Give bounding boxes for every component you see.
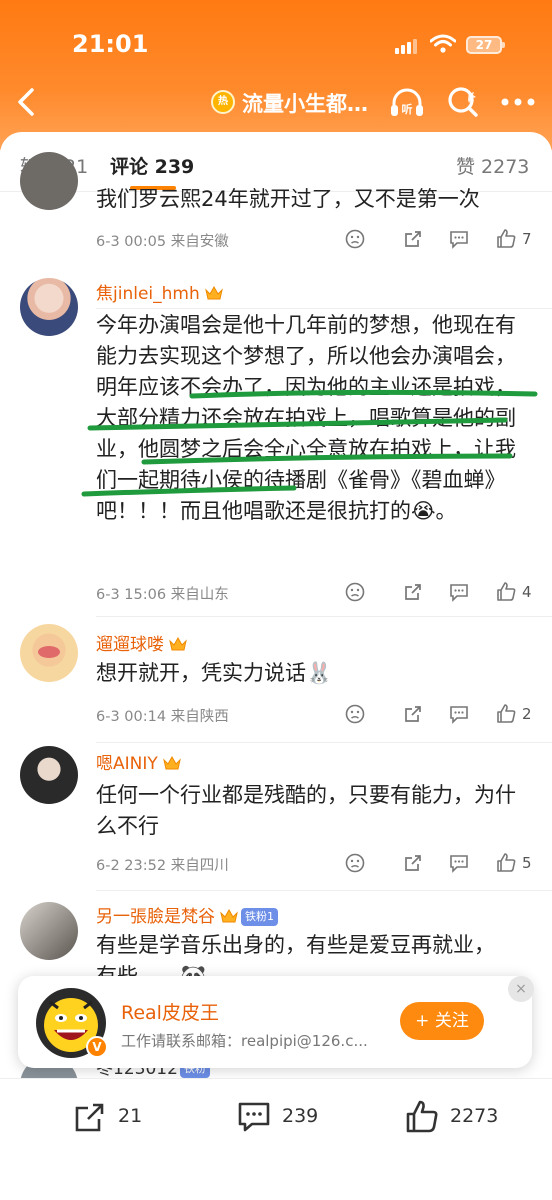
comment-meta: 6-2 23:52 来自四川 [96,854,229,875]
verified-badge-icon: V [86,1036,108,1058]
status-time: 21:01 [72,30,149,58]
topic-title[interactable]: 流量小生都… [242,88,377,118]
dislike-icon[interactable] [344,228,366,250]
like-count: 5 [522,854,532,872]
comment-text: 我们罗云熙24年就开过了，又不是第一次 [96,187,480,211]
dislike-icon[interactable] [344,852,366,874]
comment-item: 嗯AINIY 任何一个行业都是残酷的，只要有能力，为什么不行 6-2 23:52… [0,742,552,892]
comment-item: 焦jinlei_hmh 今年办演唱会是他十几年前的梦想，他现在有能力去实现这个梦… [0,274,552,619]
bottom-action-bar: 21 239 2273 [0,1078,552,1200]
comment-actions: 4 [340,581,540,607]
comment-time: 6-2 23:52 [96,858,167,874]
comment-text: 今年办演唱会是他十几年前的梦想，他现在有能力去实现这个梦想了，所以他会办演唱会，… [96,313,516,523]
tab-comments[interactable]: 评论 239 [110,152,194,179]
more-options-icon[interactable] [498,90,538,114]
username[interactable]: 遛遛球喽 [96,630,188,655]
vip-crown-icon [169,636,187,651]
username[interactable]: 另一張臉是梵谷 铁粉1 [96,902,278,927]
like-icon[interactable] [495,581,517,603]
suggested-username[interactable]: Real皮皮王 [121,998,219,1025]
topic-badge-icon: 热 [211,90,235,114]
vip-crown-icon [162,755,181,770]
comment-actions: 5 [340,852,540,878]
comment-actions: 2 [340,703,540,729]
avatar[interactable] [20,902,78,960]
reply-icon[interactable] [448,703,470,725]
tab-bar: 转发 21 评论 239 赞 2273 [0,132,552,192]
svg-text:听: 听 [402,102,413,116]
divider [96,616,552,617]
repost-count: 21 [118,1105,143,1127]
repost-icon [75,1103,104,1132]
like-count: 7 [522,230,532,248]
emoji: 😭 [411,499,436,523]
like-icon[interactable] [495,703,517,725]
reply-icon[interactable] [448,228,470,250]
avatar[interactable] [20,152,78,210]
comment-location: 来自安徽 [170,234,229,250]
fan-badge: 铁粉1 [241,908,278,926]
comment-text: 任何一个行业都是残酷的，只要有能力，为什么不行 [96,783,516,838]
username[interactable]: 焦jinlei_hmh [96,279,224,304]
recommended-follow-card: V Real皮皮王 工作请联系邮箱：realpipi@126.c... + 关注… [18,976,534,1068]
wifi-icon [430,34,456,53]
suggested-user-description: 工作请联系邮箱：realpipi@126.c... [121,1032,368,1050]
repost-button[interactable]: 21 [72,1097,162,1137]
follow-button[interactable]: + 关注 [400,1002,484,1040]
vip-crown-icon [204,285,223,300]
repost-icon[interactable] [402,852,424,874]
dislike-icon[interactable] [344,703,366,725]
comment-time: 6-3 00:14 [96,709,167,725]
comment-meta: 6-3 00:14 来自陕西 [96,705,229,726]
avatar[interactable] [20,624,78,682]
comment-meta: 6-3 00:05 来自安徽 [96,230,229,251]
repost-icon[interactable] [402,228,424,250]
close-icon[interactable]: × [508,976,534,1002]
comment-meta: 6-3 15:06 来自山东 [96,583,229,604]
reply-icon[interactable] [448,581,470,603]
comment-time: 6-3 00:05 [96,234,167,250]
comment-text: 想开就开，凭实力说话🐰 [96,661,333,685]
repost-icon[interactable] [402,581,424,603]
repost-icon[interactable] [402,703,424,725]
comment-count: 239 [282,1105,319,1127]
like-icon[interactable] [495,228,517,250]
comment-location: 来自陕西 [170,709,229,725]
battery-indicator: 27 [466,36,505,54]
signal-icon [395,38,421,54]
like-count: 2 [522,705,532,723]
emoji: 🐰 [306,661,333,685]
like-count: 4 [522,583,532,601]
reply-icon[interactable] [448,852,470,874]
like-button[interactable]: 2273 [404,1097,514,1137]
like-icon [406,1100,438,1133]
comment-button[interactable]: 239 [236,1097,336,1137]
comment-location: 来自四川 [170,858,229,874]
comment-location: 来自山东 [170,587,229,603]
back-icon[interactable] [10,84,46,120]
comment-icon [238,1102,270,1132]
username[interactable]: 嗯AINIY [96,749,182,774]
like-icon[interactable] [495,852,517,874]
like-count: 2273 [450,1105,499,1127]
dislike-icon[interactable] [344,581,366,603]
app-header: 21:01 27 热 流量小生都… 听 [0,0,552,150]
comment-actions: 7 [340,228,540,254]
comment-time: 6-3 15:06 [96,587,167,603]
tab-likes[interactable]: 赞 2273 [456,152,529,179]
divider [96,890,552,891]
vip-crown-icon [220,908,238,923]
comment-item: 遛遛球喽 想开就开，凭实力说话🐰 6-3 00:14 来自陕西 2 [0,620,552,743]
avatar[interactable] [20,746,78,804]
search-icon[interactable] [445,84,481,120]
headphones-icon[interactable]: 听 [388,84,426,122]
avatar[interactable] [20,278,78,336]
